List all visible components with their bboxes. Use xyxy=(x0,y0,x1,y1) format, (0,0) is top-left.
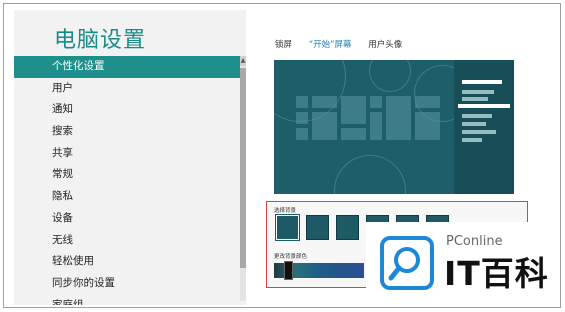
background-swatch[interactable] xyxy=(306,215,329,240)
preview-settings-panel xyxy=(454,60,514,194)
preview-tile xyxy=(415,112,440,140)
sidebar-item-sync-settings[interactable]: 同步你的设置 xyxy=(14,273,240,295)
settings-sidebar: 电脑设置 个性化设置 用户 通知 搜索 共享 常规 隐私 设备 无线 轻松使用 … xyxy=(14,10,246,305)
watermark-brand: PConline xyxy=(446,234,503,249)
preview-panel-bar xyxy=(458,104,510,108)
scroll-up-icon[interactable]: ▲ xyxy=(240,56,246,66)
sidebar-item-users[interactable]: 用户 xyxy=(14,78,240,100)
background-color-slider[interactable] xyxy=(274,261,364,280)
watermark-site: IT百科 xyxy=(444,254,549,293)
sidebar-item-share[interactable]: 共享 xyxy=(14,143,240,165)
sidebar-item-wireless[interactable]: 无线 xyxy=(14,230,240,252)
sidebar-item-devices[interactable]: 设备 xyxy=(14,208,240,230)
preview-tile xyxy=(296,128,308,140)
preview-panel-bar xyxy=(462,114,492,118)
preview-tile xyxy=(341,128,366,140)
preview-panel-bar xyxy=(462,130,496,134)
sidebar-item-privacy[interactable]: 隐私 xyxy=(14,186,240,208)
preview-tile xyxy=(370,96,382,108)
background-pattern-circle xyxy=(369,60,411,92)
choose-background-label: 选择背景 xyxy=(274,208,297,214)
sidebar-item-search[interactable]: 搜索 xyxy=(14,121,240,143)
tab-account-picture[interactable]: 用户头像 xyxy=(368,40,402,50)
preview-panel-bar xyxy=(462,122,486,126)
preview-tile xyxy=(415,96,440,108)
preview-tile xyxy=(312,96,337,108)
sidebar-item-ease-of-access[interactable]: 轻松使用 xyxy=(14,251,240,273)
background-swatch[interactable] xyxy=(336,215,359,240)
background-pattern-circle xyxy=(334,155,406,194)
start-screen-preview xyxy=(274,60,514,194)
preview-panel-bar xyxy=(462,80,502,84)
preview-panel-bar xyxy=(462,138,482,142)
pconline-watermark: PConline IT百科 xyxy=(366,222,558,304)
preview-tile xyxy=(370,112,382,140)
sidebar-item-notifications[interactable]: 通知 xyxy=(14,99,240,121)
settings-menu: 个性化设置 用户 通知 搜索 共享 常规 隐私 设备 无线 轻松使用 同步你的设… xyxy=(14,56,240,305)
sidebar-scrollbar[interactable]: ▲ xyxy=(240,56,246,301)
sidebar-item-general[interactable]: 常规 xyxy=(14,164,240,186)
personalize-tabs: 锁屏 “开始”屏幕 用户头像 xyxy=(275,38,416,50)
preview-tile xyxy=(386,96,411,140)
tab-lock-screen[interactable]: 锁屏 xyxy=(275,40,292,50)
preview-tile xyxy=(296,96,308,108)
scrollbar-thumb[interactable] xyxy=(240,68,246,268)
change-background-color-label: 更改背景颜色 xyxy=(274,254,308,260)
sidebar-item-personalize[interactable]: 个性化设置 xyxy=(14,56,240,78)
tab-start-screen[interactable]: “开始”屏幕 xyxy=(309,40,352,50)
sidebar-item-homegroup[interactable]: 家庭组 xyxy=(14,295,240,305)
preview-tile xyxy=(296,112,308,124)
magnifier-logo-icon xyxy=(380,236,434,290)
preview-panel-bar xyxy=(462,90,494,94)
preview-tile xyxy=(341,96,366,124)
background-swatch[interactable] xyxy=(275,214,300,241)
preview-panel-bar xyxy=(462,97,488,101)
page-title: 电脑设置 xyxy=(54,28,147,53)
preview-tile xyxy=(312,112,337,140)
color-slider-handle[interactable] xyxy=(284,261,293,280)
